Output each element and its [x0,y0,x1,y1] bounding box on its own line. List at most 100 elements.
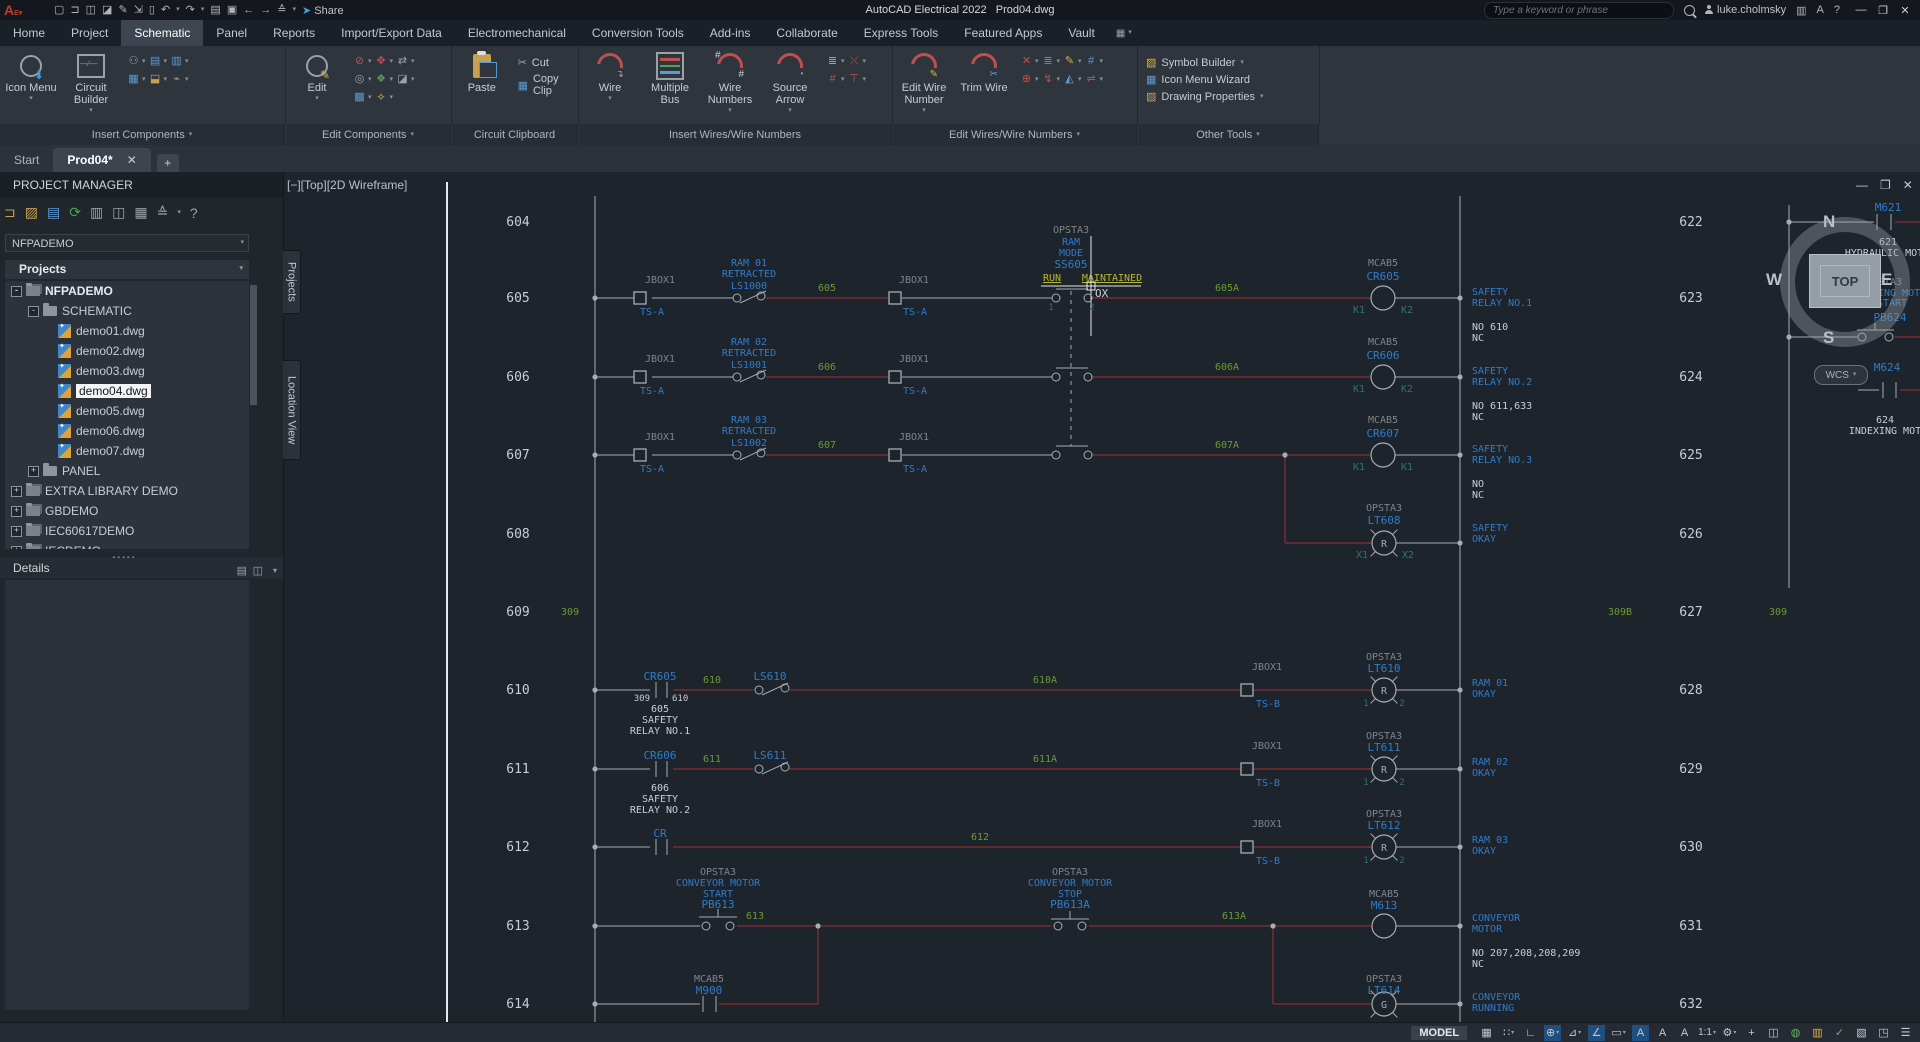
copy-catalog-icon[interactable]: ◎▾ [352,72,372,87]
expand-icon[interactable]: + [11,486,22,497]
viewport-controls[interactable]: [−][Top][2D Wireframe] [287,178,407,192]
redo-icon-dropdown[interactable]: ▾ [201,7,205,13]
refresh-icon[interactable]: ⟳ [69,204,81,221]
scrollbar-thumb[interactable] [250,285,257,405]
close-tab-icon[interactable]: ✕ [127,153,137,167]
undo-icon[interactable]: ↶ [161,3,170,17]
plot-icon-dropdown[interactable]: ▾ [292,7,296,13]
scoot-icon[interactable]: ⇄▾ [395,54,415,69]
share-button[interactable]: ➤ Share [302,4,344,17]
qnew-icon[interactable]: ▢ [54,3,64,17]
ribbon-tab-schematic[interactable]: Schematic [121,20,203,46]
source-arrow-button[interactable]: ◔Source Arrow▾ [761,52,819,114]
panel-label[interactable]: Other Tools ▾ [1138,124,1319,145]
search-input[interactable]: Type a keyword or phrase [1484,2,1674,19]
ribbon-tab-reports[interactable]: Reports [260,20,328,46]
tree-item-demo05dwg[interactable]: demo05.dwg [5,401,249,421]
multiple-bus-button[interactable]: Multiple Bus [641,52,699,106]
forward-icon[interactable]: → [260,3,271,17]
ribbon-tab-featured-apps[interactable]: Featured Apps [951,20,1055,46]
symbol-builder-button[interactable]: ▨Symbol Builder▾ [1146,56,1263,69]
ortho-mode-icon[interactable]: ∟ [1522,1025,1539,1041]
delete-wire-number-icon[interactable]: ✕▾ [1019,54,1039,69]
autocad-logo-icon[interactable]: AE▾ [4,2,26,18]
edit-wire-number-button[interactable]: ✎Edit Wire Number▾ [895,52,953,114]
retag-icon[interactable]: ⟡▾ [374,90,394,105]
details-list-icon[interactable]: ▤ [237,561,247,581]
copy-wire-number-icon[interactable]: ⊕▾ [1019,72,1039,87]
isometric-drafting-icon[interactable]: ⊿▾ [1566,1025,1583,1041]
ribbon-tab-electromechanical[interactable]: Electromechanical [455,20,579,46]
help-icon[interactable]: ? [1834,4,1840,17]
ribbon-tab-conversion-tools[interactable]: Conversion Tools [579,20,697,46]
expand-icon[interactable]: + [11,546,22,550]
panel-label[interactable]: Insert Components ▾ [0,124,285,145]
tree-item-demo02dwg[interactable]: demo02.dwg [5,341,249,361]
open-project-icon[interactable]: ⊐ [4,204,16,221]
add-rung-icon[interactable]: ≣▾ [1041,54,1061,69]
push-to-mobile-icon[interactable]: ▯ [149,3,155,17]
annotation-visibility-icon[interactable]: A [1632,1025,1649,1041]
scale-label[interactable]: 1:1▾ [1698,1025,1716,1041]
file-tab-prod04[interactable]: Prod04*✕ [53,148,150,172]
surfer-icon[interactable]: ◪▾ [395,72,415,87]
preview-icon[interactable]: ▤ [47,204,60,221]
collapse-icon[interactable]: - [28,306,39,317]
open-icon[interactable]: ⊐ [70,3,79,17]
panel-label[interactable]: Edit Components ▾ [286,124,451,145]
save-icon[interactable]: ◫ [86,3,96,17]
ribbon-tab-project[interactable]: Project [58,20,121,46]
move-wire-number-icon[interactable]: #▾ [1084,54,1104,69]
palette-title[interactable]: PROJECT MANAGER [0,172,283,198]
alerts-icon[interactable]: A [1817,4,1824,17]
cart-icon[interactable]: ▥ [1796,4,1806,17]
ribbon-tab-import-export-data[interactable]: Import/Export Data [328,20,455,46]
viewcube-top-face[interactable]: TOP [1809,254,1881,308]
icon-menu-button[interactable]: ⬇Icon Menu▾ [2,52,60,102]
revise-ladder-icon[interactable]: ↯▾ [1041,72,1061,87]
standards-check-icon[interactable]: ✓ [1831,1025,1848,1041]
edit-wire-icon[interactable]: ✎▾ [1062,54,1082,69]
insert-plc-icon[interactable]: ▦▾ [126,72,146,87]
panel-label[interactable]: Edit Wires/Wire Numbers ▾ [893,124,1137,145]
viewcube-west[interactable]: W [1766,270,1782,290]
flip-wire-number-icon[interactable]: ◭▾ [1062,72,1082,87]
chevron-down-icon[interactable]: ▾ [273,561,277,581]
ribbon-tab-panel[interactable]: Panel [203,20,260,46]
redo-icon[interactable]: ↷ [186,3,195,17]
annotation-scale-icon[interactable]: A [1676,1025,1693,1041]
trusted-dwg-icon[interactable]: ▥ [1809,1025,1826,1041]
tree-item-schematic[interactable]: -SCHEMATIC [5,301,249,321]
tree-item-extralibrarydemo[interactable]: +EXTRA LIBRARY DEMO [5,481,249,501]
trim-wire-button[interactable]: ✂Trim Wire [955,52,1013,94]
tree-item-panel[interactable]: +PANEL [5,461,249,481]
autoscale-icon[interactable]: A [1654,1025,1671,1041]
viewcube-south[interactable]: S [1823,328,1834,348]
paste-button[interactable]: Paste [454,52,510,94]
back-icon[interactable]: ← [243,3,254,17]
tree-scrollbar[interactable] [249,283,258,547]
new-project-icon[interactable]: ▨ [25,204,38,221]
tree-item-demo07dwg[interactable]: demo07.dwg [5,441,249,461]
wire-gap-icon[interactable]: ⊤▾ [847,72,867,87]
ribbon-tab-vault[interactable]: Vault [1055,20,1107,46]
saveas-icon[interactable]: ◪ [102,3,112,17]
tree-item-gbdemo[interactable]: +GBDEMO [5,501,249,521]
fullscreen-icon[interactable]: ◳ [1875,1025,1892,1041]
drawing-list-report-icon[interactable]: ▦ [134,204,147,221]
wire-button[interactable]: ↴Wire▾ [581,52,639,102]
circuit-copy-icon[interactable]: ❖▾ [374,72,394,87]
panel-label[interactable]: Insert Wires/Wire Numbers [579,124,892,145]
circuit-builder-button[interactable]: Circuit Builder▾ [62,52,120,114]
copy-clip-button[interactable]: ▦Copy Clip [518,73,578,97]
attribute-table-icon[interactable]: ▩▾ [352,90,372,105]
minimize-button[interactable]: — [1850,4,1872,17]
sheet-set-icon[interactable]: ▣ [227,3,237,17]
side-tab-location-view[interactable]: Location View [283,360,301,460]
wire-number-leader-icon[interactable]: #▾ [825,72,845,87]
viewcube-north[interactable]: N [1823,212,1835,232]
insert-from-list-icon[interactable]: ⬓▾ [148,72,168,87]
project-update-icon[interactable]: ◫ [112,204,125,221]
cut-button[interactable]: ✂Cut [518,56,578,69]
side-tab-projects[interactable]: Projects [283,250,301,314]
